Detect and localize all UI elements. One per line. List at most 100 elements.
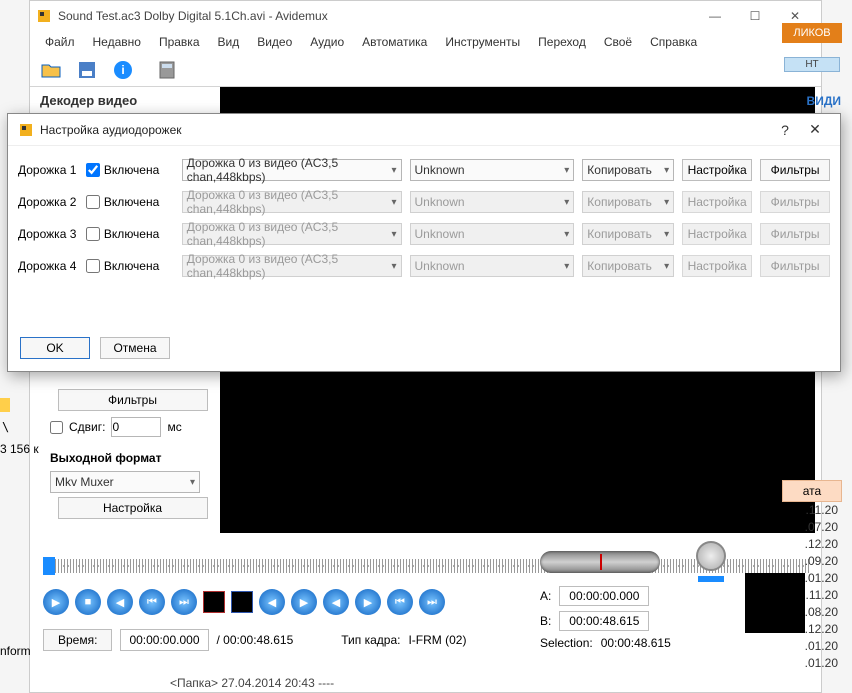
mux-select[interactable]: Mkv Muxer▾ [50, 471, 200, 493]
ok-button[interactable]: OK [20, 337, 90, 359]
track-codec-select: Копировать▾ [582, 191, 674, 213]
shift-label: Сдвиг: [69, 420, 105, 434]
scrub-marker [698, 576, 724, 582]
track-lang-select: Unknown▾ [410, 223, 575, 245]
dialog-help-button[interactable]: ? [770, 122, 800, 138]
frame-type-value: I-FRM (02) [408, 633, 466, 647]
left-stub-slash: \ [2, 420, 9, 434]
next-black-button[interactable]: ▶ [355, 589, 381, 615]
time-button[interactable]: Время: [43, 629, 112, 651]
track-configure-button: Настройка [682, 191, 752, 213]
menu-go[interactable]: Переход [531, 33, 593, 51]
menu-tools[interactable]: Инструменты [438, 33, 527, 51]
track-filters-button[interactable]: Фильтры [760, 159, 830, 181]
track-filters-button: Фильтры [760, 255, 830, 277]
sel-b-value[interactable]: 00:00:48.615 [559, 611, 649, 631]
track-label: Дорожка 4 [18, 259, 78, 273]
track-enabled-checkbox[interactable]: Включена [86, 195, 174, 209]
side-header: ата [782, 480, 842, 502]
play-button[interactable]: ▶ [43, 589, 69, 615]
shift-unit: мс [167, 420, 181, 434]
track-lang-select[interactable]: Unknown▾ [410, 159, 575, 181]
dialog-footer: OK Отмена [20, 337, 170, 359]
dialog-body: Дорожка 1 Включена Дорожка 0 из видео (AC… [8, 146, 840, 292]
transport-bar: ▶ ■ ◀ ⏮ ⏭ ◀ ▶ ◀ ▶ ⏮ ⏭ [43, 589, 445, 615]
menu-recent[interactable]: Недавно [86, 33, 148, 51]
menu-edit[interactable]: Правка [152, 33, 207, 51]
track-enabled-checkbox[interactable]: Включена [86, 163, 174, 177]
track-source-select: Дорожка 0 из видео (AC3,5 chan,448kbps)▾ [182, 191, 402, 213]
prev-frame-button[interactable]: ◀ [107, 589, 133, 615]
track-label: Дорожка 1 [18, 163, 78, 177]
shift-checkbox[interactable] [50, 421, 63, 434]
window-title: Sound Test.ac3 Dolby Digital 5.1Ch.avi -… [58, 9, 695, 23]
timeline-handle[interactable] [43, 557, 55, 575]
mux-configure-button[interactable]: Настройка [58, 497, 208, 519]
selection-area: A: 00:00:00.000 B: 00:00:48.615 Selection:… [540, 586, 671, 655]
time-current[interactable]: 00:00:00.000 [120, 629, 208, 651]
sel-b-label: B: [540, 614, 551, 628]
maximize-button[interactable]: ☐ [735, 4, 775, 28]
track-codec-select: Копировать▾ [582, 255, 674, 277]
track-configure-button[interactable]: Настройка [682, 159, 752, 181]
scrub-wheel[interactable] [696, 541, 726, 571]
save-icon[interactable] [76, 59, 98, 81]
shift-input[interactable] [111, 417, 161, 437]
menu-video[interactable]: Видео [250, 33, 299, 51]
track-filters-button: Фильтры [760, 223, 830, 245]
frame-type-label: Тип кадра: [341, 633, 400, 647]
dialog-close-button[interactable]: ✕ [800, 121, 830, 138]
toolbar: i [30, 53, 821, 87]
sel-a-value[interactable]: 00:00:00.000 [559, 586, 649, 606]
info-icon[interactable]: i [112, 59, 134, 81]
track-label: Дорожка 2 [18, 195, 78, 209]
prev-key-button[interactable]: ◀ [259, 589, 285, 615]
sel-a-label: A: [540, 589, 551, 603]
track-row-4: Дорожка 4 ВключенаДорожка 0 из видео (AC… [18, 254, 830, 278]
dialog-title: Настройка аудиодорожек [40, 123, 182, 137]
menu-auto[interactable]: Автоматика [355, 33, 434, 51]
track-enabled-checkbox[interactable]: Включена [86, 227, 174, 241]
track-configure-button: Настройка [682, 223, 752, 245]
side-tab-3: ВИДИ [786, 94, 844, 108]
time-total: / 00:00:48.615 [217, 633, 294, 647]
dialog-icon [18, 122, 34, 138]
mark-b-button[interactable] [231, 591, 253, 613]
track-enabled-checkbox[interactable]: Включена [86, 259, 174, 273]
next-key-button[interactable]: ▶ [291, 589, 317, 615]
track-source-select[interactable]: Дорожка 0 из видео (AC3,5 chan,448kbps)▾ [182, 159, 402, 181]
menu-view[interactable]: Вид [211, 33, 247, 51]
output-format-label: Выходной формат [50, 451, 215, 465]
side-dates: .11.20.07.20.12.20.09.20.01.20.11.20.08.… [782, 502, 842, 672]
menu-custom[interactable]: Своё [597, 33, 639, 51]
menu-file[interactable]: Файл [38, 33, 82, 51]
cancel-button[interactable]: Отмена [100, 337, 170, 359]
app-icon [36, 8, 52, 24]
forward-button[interactable]: ⏭ [171, 589, 197, 615]
calc-icon[interactable] [156, 59, 178, 81]
minimize-button[interactable]: — [695, 4, 735, 28]
side-tab-2: HT [784, 57, 840, 72]
mark-a-button[interactable] [203, 591, 225, 613]
prev-black-button[interactable]: ◀ [323, 589, 349, 615]
menu-help[interactable]: Справка [643, 33, 704, 51]
track-row-3: Дорожка 3 Включена Дорожка 0 из видео (AC… [18, 222, 830, 246]
track-source-select: Дорожка 0 из видео (AC3,5 chan,448kbps)▾ [182, 223, 402, 245]
titlebar: Sound Test.ac3 Dolby Digital 5.1Ch.avi -… [30, 1, 821, 31]
jog-dial[interactable] [540, 551, 660, 573]
first-frame-button[interactable]: ⏮ [387, 589, 413, 615]
stop-button[interactable]: ■ [75, 589, 101, 615]
track-label: Дорожка 3 [18, 227, 78, 241]
track-filters-button: Фильтры [760, 191, 830, 213]
menu-audio[interactable]: Аудио [303, 33, 351, 51]
rewind-button[interactable]: ⏮ [139, 589, 165, 615]
sel-label: Selection: [540, 636, 593, 650]
open-icon[interactable] [40, 59, 62, 81]
track-codec-select: Копировать▾ [582, 223, 674, 245]
side-tab-top: ЛИКОВ [782, 23, 842, 43]
svg-text:i: i [121, 63, 124, 77]
audio-tracks-dialog: Настройка аудиодорожек ? ✕ Дорожка 1 Вкл… [7, 113, 841, 372]
last-frame-button[interactable]: ⏭ [419, 589, 445, 615]
filters-button[interactable]: Фильтры [58, 389, 208, 411]
track-codec-select[interactable]: Копировать▾ [582, 159, 674, 181]
